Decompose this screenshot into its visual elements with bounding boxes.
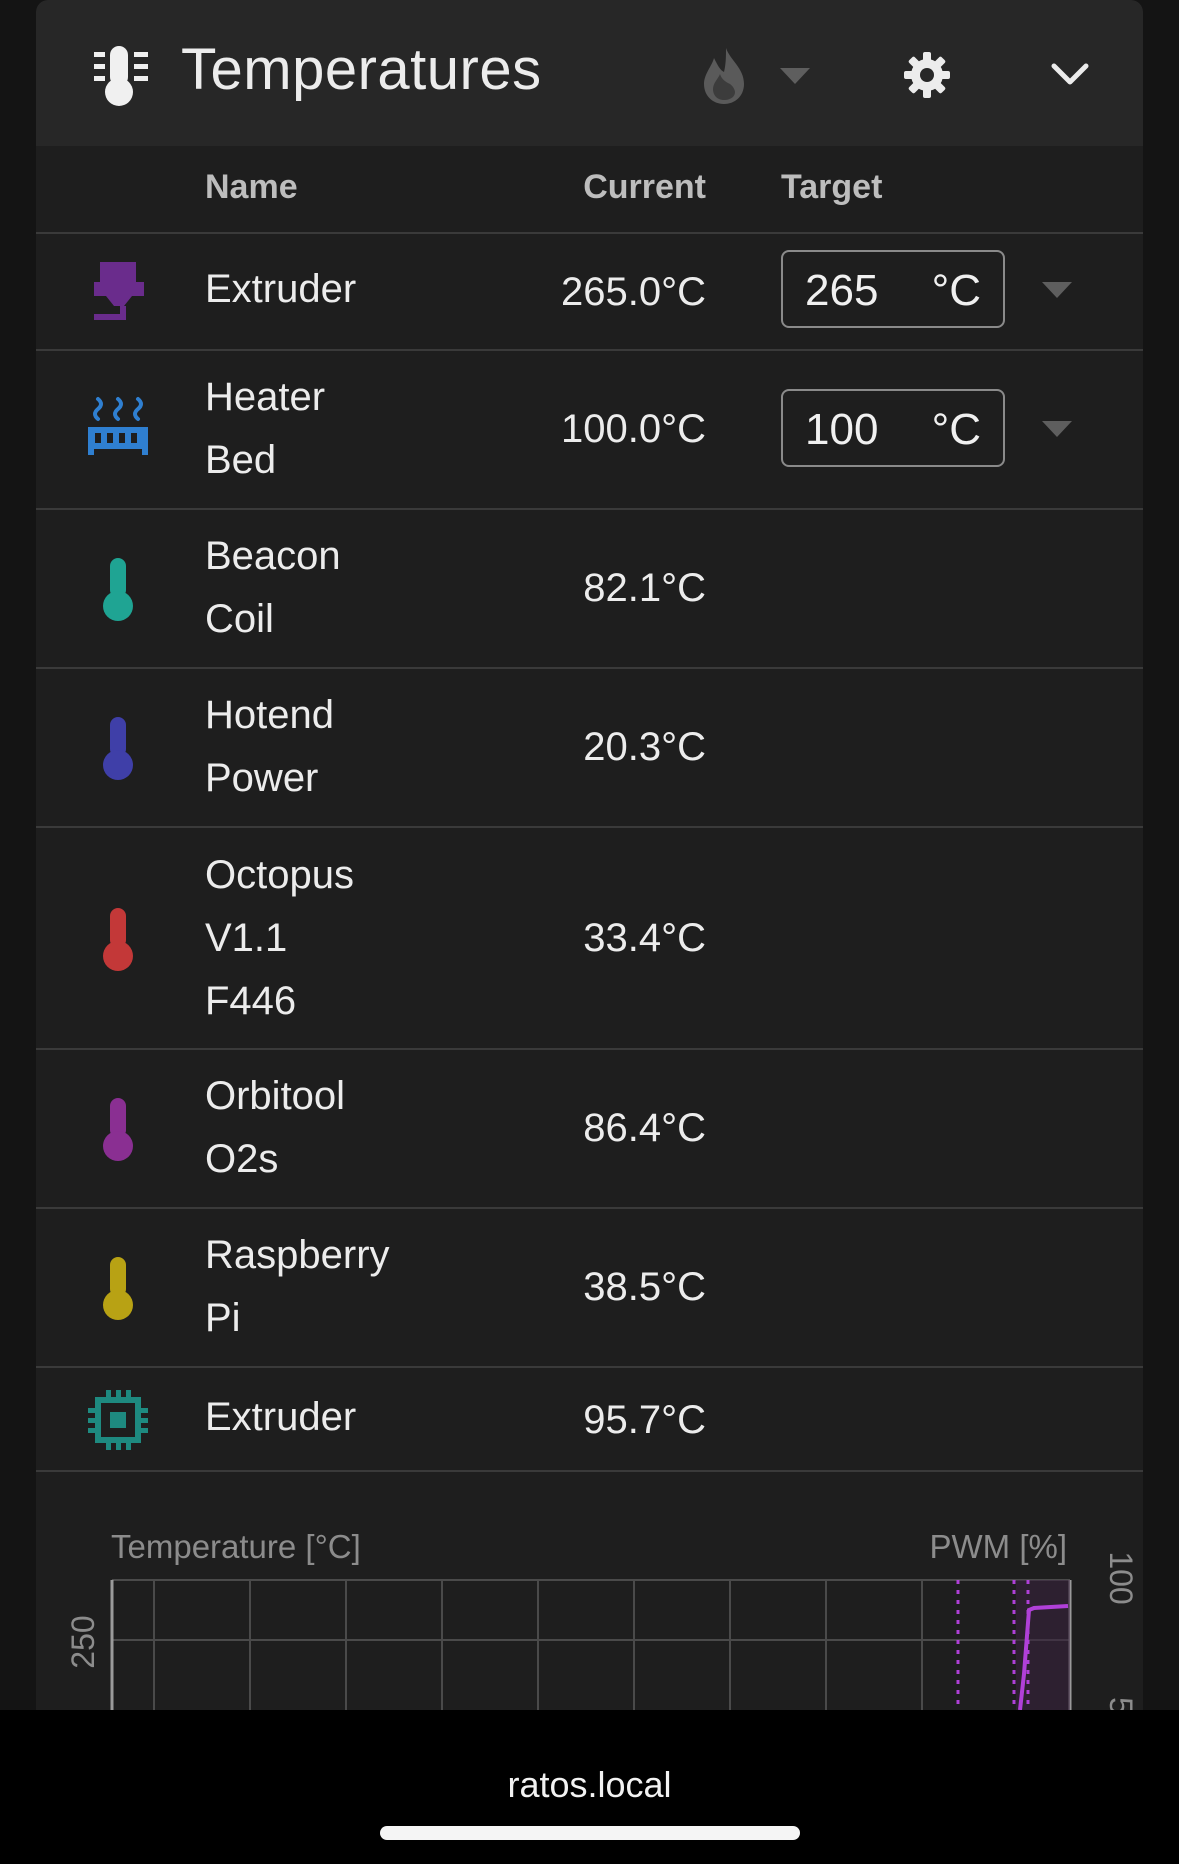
column-header-current[interactable]: Current [583, 168, 706, 207]
row-current: 100.0°C [561, 407, 706, 451]
row-current: 33.4°C [583, 916, 706, 960]
row-current: 265.0°C [561, 270, 706, 314]
home-indicator[interactable] [380, 1826, 800, 1840]
chip-icon [88, 1390, 148, 1450]
row-current: 82.1°C [583, 566, 706, 610]
card-toolbar: Temperatures [36, 0, 1143, 146]
row-name: Octopus V1.1 F446 [205, 853, 354, 1023]
target-value[interactable]: 100 [805, 405, 878, 455]
table-row[interactable]: Octopus V1.1 F446 33.4°C [36, 828, 1143, 1050]
temperature-chart[interactable]: Temperature [°C] PWM [%] 250 100 5 [36, 1474, 1143, 1710]
chart-right-tick-partial: 5 [1103, 1697, 1139, 1710]
row-current: 38.5°C [583, 1265, 706, 1309]
thermometer-icon [103, 908, 133, 971]
chevron-down-icon[interactable] [1042, 421, 1072, 439]
thermometer-icon [103, 1257, 133, 1320]
table-header: Name Current Target [36, 146, 1143, 234]
row-current: 20.3°C [583, 725, 706, 769]
column-header-name[interactable]: Name [205, 168, 298, 207]
card-title: Temperatures [181, 37, 542, 102]
thermometer-lines-icon [94, 46, 148, 106]
row-name: Heater Bed [205, 375, 326, 482]
target-unit: °C [931, 405, 981, 454]
chart-left-tick: 250 [65, 1615, 101, 1668]
target-unit: °C [931, 266, 981, 315]
radiator-icon [88, 397, 148, 455]
gear-icon[interactable] [904, 52, 950, 98]
chevron-down-icon[interactable] [1042, 282, 1072, 300]
table-row[interactable]: Orbitool O2s 86.4°C [36, 1050, 1143, 1209]
table-row[interactable]: Extruder 95.7°C [36, 1368, 1143, 1472]
row-name: Extruder [205, 1395, 357, 1439]
table-row[interactable]: Hotend Power 20.3°C [36, 669, 1143, 828]
row-current: 95.7°C [583, 1398, 706, 1442]
row-name: Orbitool O2s [205, 1074, 346, 1181]
chart-left-axis-label: Temperature [°C] [111, 1528, 361, 1565]
chevron-down-icon[interactable] [780, 68, 810, 86]
fire-icon[interactable] [700, 46, 748, 106]
row-name: Hotend Power [205, 693, 334, 800]
target-input[interactable]: 265 °C [781, 250, 1005, 328]
printer-3d-nozzle-icon [94, 262, 144, 320]
chart-right-tick: 100 [1103, 1551, 1139, 1604]
table-row[interactable]: Beacon Coil 82.1°C [36, 510, 1143, 669]
url-label[interactable]: ratos.local [0, 1764, 1179, 1806]
target-value[interactable]: 265 [805, 266, 878, 316]
target-input[interactable]: 100 °C [781, 389, 1005, 467]
thermometer-icon [103, 558, 133, 621]
row-name: Extruder [205, 267, 357, 311]
table-row[interactable]: Extruder 265.0°C 265 °C [36, 234, 1143, 351]
table-row[interactable]: Raspberry Pi 38.5°C [36, 1209, 1143, 1368]
table-row[interactable]: Heater Bed 100.0°C 100 °C [36, 351, 1143, 510]
chart-right-axis-label: PWM [%] [930, 1528, 1068, 1565]
thermometer-icon [103, 717, 133, 780]
collapse-chevron-icon[interactable] [1050, 60, 1090, 90]
pwm-series [956, 1580, 1070, 1710]
temperatures-card: Temperatures Name Current Target Extrude… [36, 0, 1143, 1710]
column-header-target[interactable]: Target [781, 168, 882, 207]
browser-bottom-bar: ratos.local [0, 1710, 1179, 1864]
thermometer-icon [103, 1098, 133, 1161]
row-current: 86.4°C [583, 1106, 706, 1150]
row-name: Beacon Coil [205, 534, 341, 641]
chart-grid [110, 1579, 1072, 1710]
row-name: Raspberry Pi [205, 1233, 390, 1340]
